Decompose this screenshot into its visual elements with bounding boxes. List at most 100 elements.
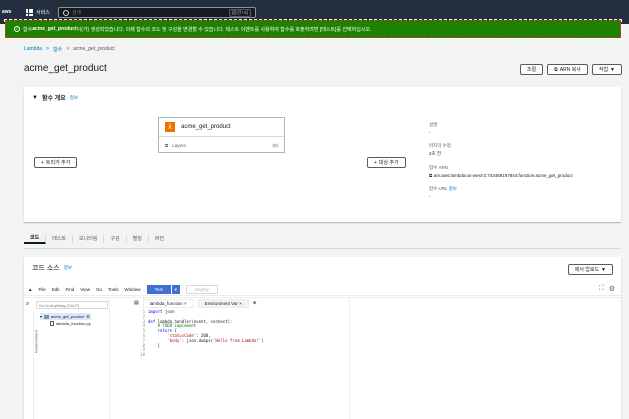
- tab-configuration[interactable]: 구성: [104, 235, 127, 243]
- function-tabs: 코드 테스트 모니터링 구성 별칭 버전: [24, 230, 621, 249]
- search-icon: [63, 9, 69, 16]
- throttle-button[interactable]: 조절: [519, 64, 544, 75]
- breadcrumb-separator-icon: >: [66, 46, 70, 52]
- environment-strip[interactable]: Environment: [24, 311, 39, 419]
- menu-window[interactable]: Window: [124, 287, 140, 292]
- services-menu[interactable]: 서비스: [26, 8, 50, 16]
- test-button[interactable]: Test: [146, 285, 171, 294]
- overview-header[interactable]: ▼ 함수 개요 정보: [24, 87, 621, 108]
- close-icon[interactable]: ×: [184, 301, 187, 306]
- arn-value: arn:aws:lambda:us-west-2:743468197844:fu…: [433, 173, 573, 178]
- file-name: lambda_function.py: [56, 321, 91, 326]
- breadcrumb-functions[interactable]: 함수: [53, 46, 62, 53]
- search-box[interactable]: [옵션+S]: [58, 7, 256, 18]
- environment-label: Environment: [33, 330, 39, 353]
- code-source-panel: 코드 소스 정보 에서 업로드 ▼ ▲ File Edit Find View G…: [24, 257, 621, 419]
- menu-tools[interactable]: Tools: [108, 287, 119, 292]
- menu-edit[interactable]: Edit: [52, 287, 60, 292]
- url-info-link[interactable]: 정보: [449, 186, 457, 191]
- flash-function-name: acme_get_product: [32, 26, 77, 32]
- code-editor[interactable]: 1 2 3 4 5 6 7 8 9 10 import json def lam…: [134, 309, 264, 358]
- tab-aliases[interactable]: 별칭: [127, 235, 149, 243]
- breadcrumb-current: acme_get_product: [73, 46, 115, 52]
- editor-tab-label: lambda_function: [149, 300, 183, 306]
- tab-versions[interactable]: 버전: [149, 235, 170, 243]
- layers-row[interactable]: ⧉ Layers (0): [159, 136, 284, 154]
- function-card: λ acme_get_product ⧉ Layers (0): [158, 117, 285, 153]
- editor-tab-label: Environment Var: [204, 300, 238, 306]
- editor-tab-environment-var[interactable]: Environment Var ×: [197, 298, 249, 308]
- breadcrumb: Lambda > 함수 > acme_get_product: [24, 46, 115, 53]
- arn-row: ⧉ arn:aws:lambda:us-west-2:743468197844:…: [429, 173, 573, 178]
- success-check-icon: ✓: [14, 26, 20, 32]
- close-icon[interactable]: ×: [239, 301, 242, 306]
- tree-file[interactable]: lambda_function.py: [40, 320, 91, 327]
- copy-arn-button[interactable]: ⧉ ARN 복사: [547, 64, 588, 75]
- lambda-icon: λ: [165, 122, 175, 132]
- gear-icon[interactable]: ⚙: [86, 314, 90, 319]
- folder-icon: [44, 314, 50, 319]
- function-card-title[interactable]: λ acme_get_product: [159, 118, 284, 136]
- goto-anything-input[interactable]: [36, 301, 108, 309]
- deploy-button[interactable]: Deploy: [185, 285, 218, 294]
- ide-menu-caret-icon[interactable]: ▲: [28, 287, 32, 292]
- code-source-info-link[interactable]: 정보: [64, 265, 72, 271]
- editor-tab-lambda-function[interactable]: lambda_function ×: [142, 298, 194, 308]
- tree-folder[interactable]: ▾ acme_get_product ⚙: [40, 313, 91, 320]
- search-input[interactable]: [72, 9, 229, 16]
- tab-test[interactable]: 테스트: [46, 235, 74, 243]
- code-source-title: 코드 소스: [32, 265, 60, 272]
- line-numbers: 1 2 3 4 5 6 7 8 9 10: [140, 309, 145, 358]
- menu-view[interactable]: View: [80, 287, 90, 292]
- function-metadata: 설명 - 마지막 수정 2초 전 함수 ARN ⧉ arn:aws:lambda…: [429, 122, 573, 207]
- function-overview-panel: ▼ 함수 개요 정보 λ acme_get_product ⧉ Layers (0…: [24, 87, 621, 222]
- actions-label: 작업: [598, 67, 609, 73]
- upload-label: 에서 업로드: [574, 267, 600, 273]
- add-destination-button[interactable]: + 대상 추가: [367, 157, 406, 168]
- layers-icon: ⧉: [165, 143, 169, 148]
- file-explorer: ⌕ Environment ▾ acme_get_product ⚙ lambd…: [24, 298, 110, 419]
- add-tab-icon[interactable]: ⊕: [253, 300, 257, 306]
- folder-name: acme_get_product: [51, 314, 85, 319]
- tab-monitoring[interactable]: 모니터링: [73, 235, 105, 243]
- last-modified-label: 마지막 수정: [429, 143, 451, 148]
- breadcrumb-separator-icon: >: [46, 46, 49, 52]
- fullscreen-icon[interactable]: ⛶: [599, 285, 604, 293]
- flash-prefix: 함수: [23, 26, 33, 33]
- arn-label: 함수 ARN: [429, 165, 449, 170]
- caret-down-icon: ▼: [32, 94, 38, 101]
- tab-code[interactable]: 코드: [24, 234, 47, 244]
- code-source-header: 코드 소스 정보: [24, 257, 621, 279]
- url-label-row: 함수 URL 정보: [429, 186, 573, 192]
- search-icon[interactable]: ⌕: [26, 301, 29, 308]
- menu-go[interactable]: Go: [96, 287, 102, 292]
- code-content[interactable]: import json def lambda_handler(event, co…: [148, 309, 264, 358]
- actions-dropdown[interactable]: 작업 ▼: [591, 64, 622, 75]
- caret-down-icon: ▼: [610, 66, 615, 73]
- page-title: acme_get_product: [24, 63, 107, 74]
- caret-down-icon: ▼: [601, 266, 606, 273]
- overview-info-link[interactable]: 정보: [70, 95, 78, 101]
- test-caret-icon[interactable]: ▼: [171, 285, 180, 294]
- breadcrumb-lambda[interactable]: Lambda: [24, 46, 42, 53]
- gear-icon[interactable]: ⚙: [609, 285, 615, 293]
- last-modified-value: 2초 전: [429, 151, 442, 156]
- add-trigger-button[interactable]: + 트리거 추가: [34, 157, 78, 168]
- editor-tabs: ▤ lambda_function × Environment Var × ⊕: [134, 298, 257, 308]
- caret-down-icon: ▾: [40, 314, 43, 319]
- copy-icon: ⧉: [554, 66, 558, 73]
- ide-workspace: ⌕ Environment ▾ acme_get_product ⚙ lambd…: [24, 297, 621, 419]
- flash-message: 이(가) 생성되었습니다. 이제 함수의 코드 및 구성을 변경할 수 있습니다…: [76, 26, 372, 33]
- header-actions: 조절 ⧉ ARN 복사 작업 ▼: [519, 64, 622, 75]
- layers-count: (0): [272, 143, 279, 148]
- aws-logo[interactable]: aws: [2, 9, 16, 15]
- editor-ruler: [349, 298, 350, 419]
- plus-icon: +: [41, 159, 44, 166]
- description-label: 설명: [429, 122, 438, 127]
- search-shortcut: [옵션+S]: [228, 8, 251, 17]
- upload-from-dropdown[interactable]: 에서 업로드 ▼: [567, 264, 613, 275]
- menu-file[interactable]: File: [38, 287, 45, 292]
- description-value: -: [429, 130, 431, 135]
- menu-find[interactable]: Find: [66, 287, 75, 292]
- overview-title: 함수 개요: [41, 96, 66, 102]
